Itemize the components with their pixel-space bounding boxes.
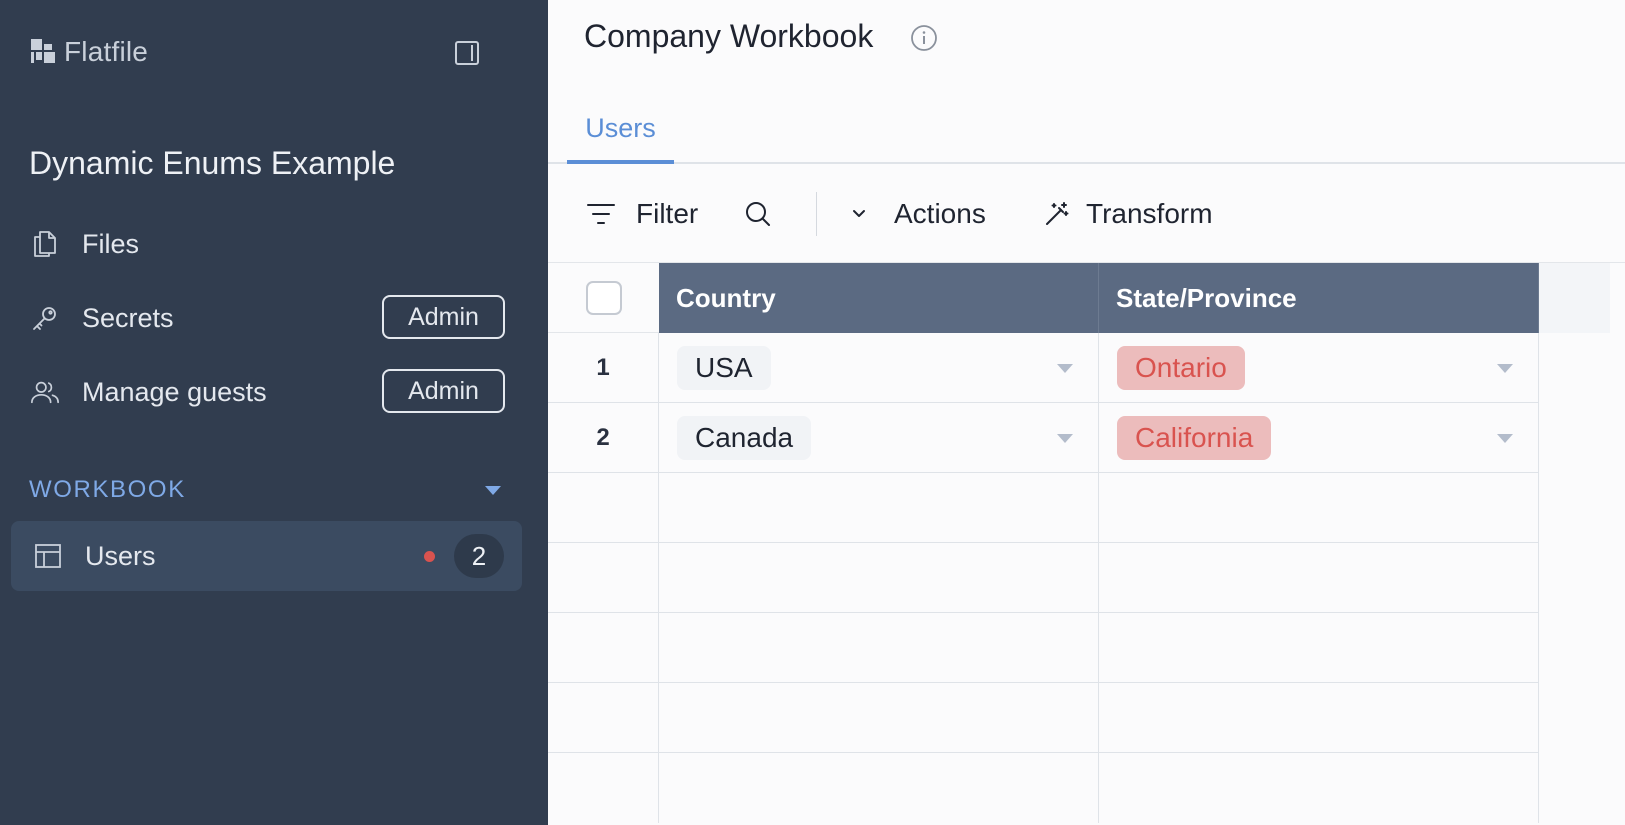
dropdown-caret-icon[interactable] xyxy=(1057,434,1073,443)
dropdown-caret-icon[interactable] xyxy=(1497,434,1513,443)
actions-button[interactable]: Actions xyxy=(850,190,986,238)
sidebar-item-secrets[interactable]: Secrets Admin xyxy=(30,295,505,340)
tab-users[interactable]: Users xyxy=(567,96,674,164)
files-icon xyxy=(30,229,60,259)
cell-country[interactable]: USA xyxy=(659,333,1099,403)
empty-row xyxy=(548,543,1539,613)
dropdown-caret-icon[interactable] xyxy=(1497,364,1513,373)
empty-cell[interactable] xyxy=(1099,753,1539,823)
cell-country[interactable]: Canada xyxy=(659,403,1099,473)
users-icon xyxy=(30,377,60,407)
table-header: Country State/Province xyxy=(548,263,1610,333)
key-icon xyxy=(30,303,60,333)
column-header-state-province[interactable]: State/Province xyxy=(1099,263,1539,333)
table-row: 2 Canada California xyxy=(548,403,1539,473)
row-number-empty xyxy=(548,753,659,823)
empty-cell[interactable] xyxy=(1099,473,1539,543)
transform-button[interactable]: Transform xyxy=(1044,190,1213,238)
row-number[interactable]: 2 xyxy=(548,403,659,473)
enum-chip: Canada xyxy=(677,416,812,460)
workbook-section-header[interactable]: WORKBOOK xyxy=(29,475,507,505)
admin-badge: Admin xyxy=(382,369,505,413)
chevron-down-icon xyxy=(853,210,865,217)
sidebar-item-label: Manage guests xyxy=(82,376,267,407)
empty-cell[interactable] xyxy=(659,473,1099,543)
sidebar-item-users-sheet[interactable]: Users 2 xyxy=(11,521,522,591)
empty-row xyxy=(548,753,1539,823)
info-icon[interactable] xyxy=(910,24,938,52)
empty-cell[interactable] xyxy=(659,613,1099,683)
transform-label: Transform xyxy=(1086,198,1213,229)
sidebar-item-label: Secrets xyxy=(82,302,174,333)
filter-label: Filter xyxy=(636,198,699,229)
empty-row xyxy=(548,473,1539,543)
empty-cell[interactable] xyxy=(1099,543,1539,613)
sidebar-item-files[interactable]: Files xyxy=(30,222,505,266)
magic-wand-icon xyxy=(1046,202,1069,225)
row-number[interactable]: 1 xyxy=(548,333,659,403)
section-label: WORKBOOK xyxy=(29,476,186,503)
record-count-badge: 2 xyxy=(454,534,504,578)
sidebar-toggle-icon[interactable] xyxy=(455,41,479,65)
search-button[interactable] xyxy=(744,190,792,238)
error-indicator xyxy=(424,551,435,562)
toolbar-divider xyxy=(816,192,817,236)
sidebar-item-manage-guests[interactable]: Manage guests Admin xyxy=(30,369,505,414)
sheet-label: Users xyxy=(85,540,156,571)
flatfile-logo-icon xyxy=(31,39,55,63)
table-icon xyxy=(33,541,63,571)
row-number-empty xyxy=(548,473,659,543)
empty-row xyxy=(548,683,1539,753)
empty-row xyxy=(548,613,1539,683)
column-header-country[interactable]: Country xyxy=(659,263,1099,333)
empty-cell[interactable] xyxy=(659,543,1099,613)
sheet-tabs: Users xyxy=(548,96,1625,164)
empty-cell[interactable] xyxy=(1099,683,1539,753)
admin-badge: Admin xyxy=(382,295,505,339)
select-all-checkbox[interactable] xyxy=(585,280,622,315)
data-table: Country State/Province 1 USA Ontario 2 C… xyxy=(548,263,1625,825)
enum-chip-error: Ontario xyxy=(1117,346,1245,390)
cell-state-province[interactable]: Ontario xyxy=(1099,333,1539,403)
empty-cell[interactable] xyxy=(1099,613,1539,683)
space-title: Dynamic Enums Example xyxy=(29,145,396,181)
page-title: Company Workbook xyxy=(584,18,874,54)
row-number-empty xyxy=(548,683,659,753)
filter-button[interactable]: Filter xyxy=(586,190,698,238)
actions-label: Actions xyxy=(894,198,986,229)
row-number-empty xyxy=(548,613,659,683)
cell-state-province[interactable]: California xyxy=(1099,403,1539,473)
dropdown-caret-icon[interactable] xyxy=(1057,364,1073,373)
row-number-empty xyxy=(548,543,659,613)
main-panel: Company Workbook Users Filter Actions Tr… xyxy=(548,0,1625,825)
brand-name: Flatfile xyxy=(64,36,149,67)
table-row: 1 USA Ontario xyxy=(548,333,1539,403)
empty-cell[interactable] xyxy=(659,753,1099,823)
header-filler xyxy=(1539,263,1610,333)
sidebar: Flatfile Dynamic Enums Example Files Sec… xyxy=(0,0,548,825)
caret-down-icon xyxy=(485,485,501,495)
sidebar-item-label: Files xyxy=(82,228,140,259)
enum-chip-error: California xyxy=(1117,416,1272,460)
brand[interactable]: Flatfile xyxy=(30,34,148,70)
empty-cell[interactable] xyxy=(659,683,1099,753)
enum-chip: USA xyxy=(677,346,771,390)
toolbar: Filter Actions Transform xyxy=(548,166,1625,263)
select-all-cell xyxy=(548,263,659,333)
search-icon xyxy=(746,202,770,226)
filter-icon xyxy=(587,204,615,224)
